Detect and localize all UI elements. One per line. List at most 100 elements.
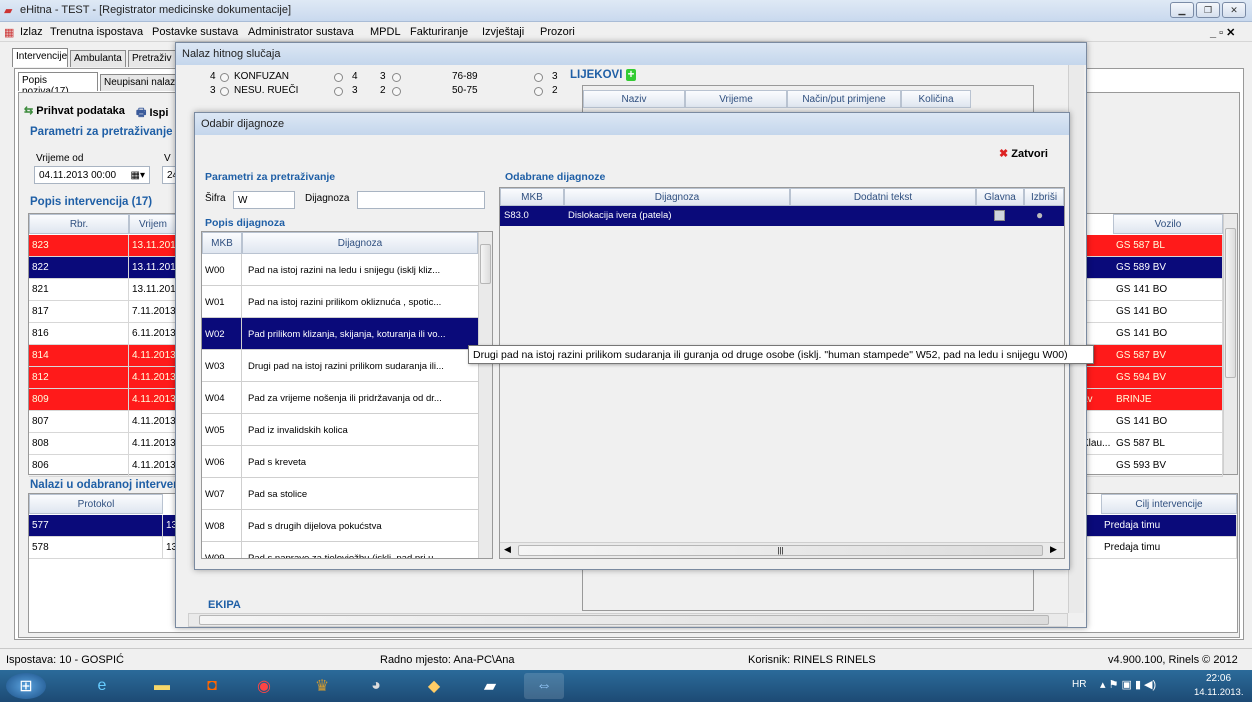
diagnosis-row[interactable]: W00 Pad na istoj razini na ledu i snijegu… — [202, 254, 478, 286]
chrome-icon[interactable]: ◉ — [244, 673, 284, 699]
dijagnoza-label: Dijagnoza — [305, 193, 350, 204]
menu-mpdl[interactable]: MPDL — [370, 26, 401, 38]
close-dialog-button[interactable]: ✖ Zatvori — [999, 147, 1048, 160]
diagnosis-row[interactable]: W06 Pad s kreveta — [202, 446, 478, 478]
teamviewer-icon[interactable]: ⇔ — [524, 673, 564, 699]
nalaz-scrollbar[interactable] — [1068, 65, 1084, 613]
gcs-radio[interactable] — [220, 87, 229, 96]
tab-ambulanta[interactable]: Ambulanta — [70, 50, 126, 67]
tab-intervencije[interactable]: Intervencije — [12, 48, 68, 67]
diagnosis-row[interactable]: W08 Pad s drugih dijelova pokućstva — [202, 510, 478, 542]
menu-administrator[interactable]: Administrator sustava — [248, 26, 354, 38]
time-from-input[interactable]: 04.11.2013 00:00 ▦▾ — [34, 166, 150, 184]
diag-list-title: Popis dijagnoza — [205, 217, 285, 229]
diag-mkb: W05 — [202, 414, 242, 445]
selected-hscrollbar[interactable]: ◀ ||| ▶ — [500, 542, 1064, 558]
rbr-cell: 808 — [29, 433, 129, 455]
diag-list-grid: MKB Dijagnoza W00 Pad na istoj razini na … — [201, 231, 493, 559]
diagnosis-row[interactable]: W09 Pad s naprave za tjelovježbu (isklj. … — [202, 542, 478, 558]
calendar-icon[interactable]: ▦▾ — [131, 170, 145, 181]
tray-icons[interactable]: ▴ ⚑ ▣ ▮ ◀) — [1100, 678, 1156, 691]
col-izbrisi[interactable]: Izbriši — [1024, 188, 1064, 206]
hscroll-thumb[interactable] — [199, 615, 1049, 625]
dijagnoza-input[interactable] — [357, 191, 485, 209]
col-sel-mkb[interactable]: MKB — [500, 188, 564, 206]
app-icon-1[interactable]: ♛ — [302, 673, 342, 699]
col-vrijeme[interactable]: Vrijem — [129, 214, 177, 234]
gcs-radio-c[interactable] — [534, 73, 543, 82]
diag-scroll-thumb[interactable] — [480, 244, 491, 284]
diag-mkb: W00 — [202, 254, 242, 285]
glavna-checkbox[interactable] — [994, 210, 1005, 221]
gcs-radio-c[interactable] — [534, 87, 543, 96]
gcs-range: 76-89 — [452, 71, 478, 82]
close-label: Zatvori — [1011, 148, 1048, 160]
menu-postavke[interactable]: Postavke sustava — [152, 26, 238, 38]
menu-izvjestaji[interactable]: Izvještaji — [482, 26, 524, 38]
diagnosis-row[interactable]: W02 Pad prilikom klizanja, skijanja, kotu… — [202, 318, 478, 350]
gcs-radio-a[interactable] — [334, 73, 343, 82]
gcs-radio[interactable] — [220, 73, 229, 82]
start-button[interactable]: ⊞ — [6, 673, 46, 699]
time-cell: 4.11.2013 — [129, 411, 177, 433]
selected-row[interactable]: S83.0 Dislokacija ivera (patela) ● — [500, 206, 1064, 226]
close-button[interactable]: ✕ — [1222, 2, 1246, 18]
diag-mkb: W08 — [202, 510, 242, 541]
interventions-scrollbar[interactable] — [1223, 214, 1237, 474]
col-sel-dijagnoza[interactable]: Dijagnoza — [564, 188, 790, 206]
gcs-radio-b[interactable] — [392, 87, 401, 96]
tab-popis-poziva[interactable]: Popis poziva(17) — [18, 72, 98, 97]
sifra-input[interactable]: W — [233, 191, 295, 209]
col-dijagnoza[interactable]: Dijagnoza — [242, 232, 478, 254]
col-lijek-vrijeme[interactable]: Vrijeme — [685, 90, 787, 108]
diagnosis-row[interactable]: W01 Pad na istoj razini prilikom okliznuć… — [202, 286, 478, 318]
nalaz-hscrollbar[interactable] — [188, 613, 1068, 627]
col-nacin[interactable]: Način/put primjene — [787, 90, 901, 108]
app-icon-2[interactable]: ◕ — [356, 673, 396, 699]
add-icon[interactable]: + — [625, 69, 637, 81]
gcs-radio-b[interactable] — [392, 73, 401, 82]
col-glavna[interactable]: Glavna — [976, 188, 1024, 206]
gcs-label: NESU. RUEČI — [234, 85, 299, 96]
ie-icon[interactable]: e — [82, 673, 122, 699]
col-cilj[interactable]: Cilj intervencije — [1101, 494, 1237, 514]
delete-icon[interactable]: ● — [1036, 208, 1043, 222]
app-icon-3[interactable]: ◆ — [414, 673, 454, 699]
restore-button[interactable]: ❐ — [1196, 2, 1220, 18]
menu-izlaz[interactable]: Izlaz — [20, 26, 43, 38]
outlook-icon[interactable]: ◘ — [192, 673, 232, 699]
diagnosis-row[interactable]: W05 Pad iz invalidskih kolica — [202, 414, 478, 446]
gcs-a: 3 — [352, 85, 358, 96]
menu-trenutna-ispostava[interactable]: Trenutna ispostava — [50, 26, 143, 38]
scroll-left-icon[interactable]: ◀ — [504, 544, 511, 555]
col-mkb[interactable]: MKB — [202, 232, 242, 254]
col-protokol[interactable]: Protokol — [29, 494, 163, 514]
tab-neupisani-nalazi[interactable]: Neupisani nalaz — [100, 74, 180, 91]
language-indicator[interactable]: HR — [1072, 679, 1086, 690]
print-button[interactable]: 🖶 Ispi — [136, 104, 168, 123]
diagnosis-row[interactable]: W04 Pad za vrijeme nošenja ili pridržavan… — [202, 382, 478, 414]
col-vozilo[interactable]: Vozilo — [1113, 214, 1223, 234]
mdi-controls[interactable]: _ ▫ ✕ — [1210, 26, 1235, 39]
ambulance-icon[interactable]: ▰ — [470, 673, 510, 699]
col-naziv[interactable]: Naziv — [583, 90, 685, 108]
col-dodatni[interactable]: Dodatni tekst — [790, 188, 976, 206]
explorer-icon[interactable]: ▬ — [142, 673, 182, 699]
clock-time[interactable]: 22:06 — [1206, 673, 1231, 684]
gcs-table: 4 KONFUZAN 4 3 76-89 3 3 NESU. RUEČI 3 2 50-75 2 — [202, 71, 572, 111]
menu-fakturiranje[interactable]: Fakturiranje — [410, 26, 468, 38]
time-cell: 4.11.2013 — [129, 345, 177, 367]
scroll-thumb[interactable] — [1225, 228, 1236, 378]
diagnosis-row[interactable]: W03 Drugi pad na istoj razini prilikom su… — [202, 350, 478, 382]
menu-prozori[interactable]: Prozori — [540, 26, 575, 38]
minimize-button[interactable]: ▁ — [1170, 2, 1194, 18]
receive-data-button[interactable]: ⇆ Prihvat podataka — [24, 104, 125, 117]
scroll-right-icon[interactable]: ▶ — [1050, 544, 1057, 555]
gcs-radio-a[interactable] — [334, 87, 343, 96]
col-rbr[interactable]: Rbr. — [29, 214, 129, 234]
clock-date[interactable]: 14.11.2013. — [1194, 687, 1243, 698]
selected-hscroll-thumb[interactable]: ||| — [518, 545, 1043, 556]
diagnosis-row[interactable]: W07 Pad sa stolice — [202, 478, 478, 510]
diag-list-scrollbar[interactable] — [478, 232, 492, 558]
col-kolicina[interactable]: Količina — [901, 90, 971, 108]
